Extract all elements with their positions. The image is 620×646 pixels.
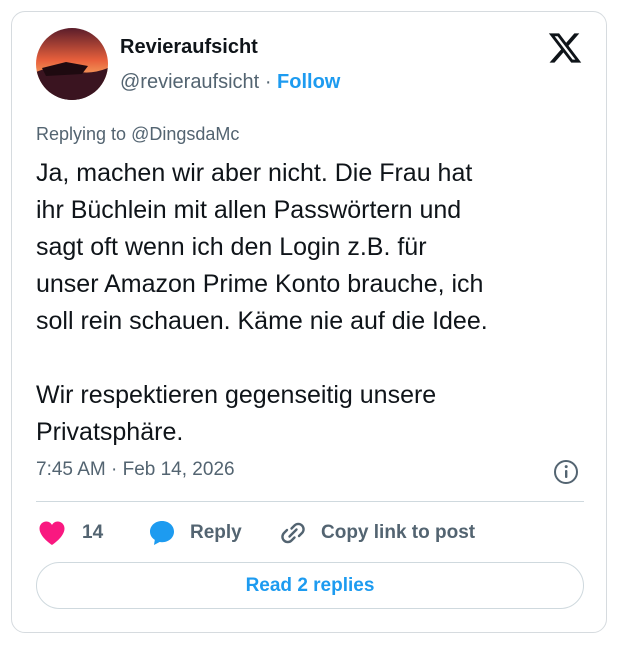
tweet-text: Ja, machen wir aber nicht. Die Frau hat … bbox=[36, 159, 488, 446]
replying-to-prefix: Replying to bbox=[36, 124, 132, 144]
link-icon bbox=[279, 519, 307, 547]
info-icon[interactable] bbox=[553, 459, 579, 485]
heart-icon bbox=[38, 520, 66, 546]
like-count: 14 bbox=[82, 522, 104, 543]
avatar[interactable] bbox=[36, 28, 108, 100]
speech-bubble-icon bbox=[148, 519, 176, 547]
timestamp[interactable]: 7:45 AM · Feb 14, 2026 bbox=[36, 459, 235, 481]
replying-to: Replying to @DingsdaMc bbox=[36, 124, 239, 145]
separator-dot: · bbox=[264, 71, 272, 93]
replying-to-mention[interactable]: @DingsdaMc bbox=[131, 124, 239, 144]
copy-link-button[interactable]: Copy link to post bbox=[279, 518, 475, 548]
author-name[interactable]: Revieraufsicht bbox=[120, 36, 258, 59]
read-replies-label: Read 2 replies bbox=[245, 574, 375, 596]
divider bbox=[36, 501, 584, 502]
like-button[interactable]: 14 bbox=[38, 518, 103, 548]
follow-link[interactable]: Follow bbox=[277, 71, 340, 93]
author-handle[interactable]: @revieraufsicht bbox=[120, 71, 259, 93]
copy-link-label: Copy link to post bbox=[321, 522, 476, 543]
x-logo-icon[interactable] bbox=[547, 30, 583, 66]
author-handle-row: @revieraufsicht · Follow bbox=[120, 71, 340, 94]
reply-button[interactable]: Reply bbox=[148, 518, 242, 548]
read-replies-button[interactable]: Read 2 replies bbox=[36, 562, 584, 609]
reply-label: Reply bbox=[190, 522, 242, 543]
